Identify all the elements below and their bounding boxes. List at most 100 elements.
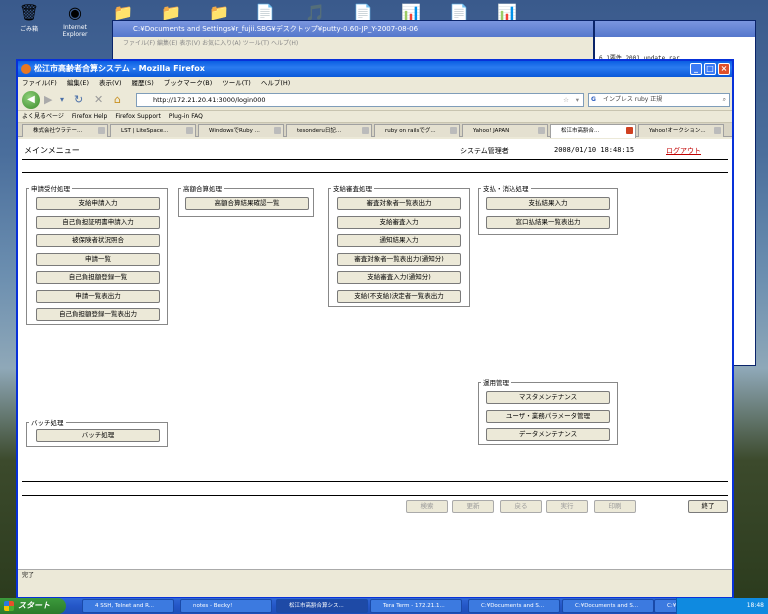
footer-button[interactable]: 戻る (500, 500, 542, 513)
reload-icon[interactable]: ↻ (74, 92, 83, 108)
tab-close-icon[interactable] (362, 127, 369, 134)
back-button[interactable]: ◀ (22, 91, 40, 109)
bookmark-item[interactable]: Firefox Help (72, 113, 107, 120)
menu-button[interactable]: 自己負担証明書申請入力 (36, 215, 160, 229)
menu-button[interactable]: 自己負担額登録一覧表出力 (36, 308, 160, 321)
explorer-window[interactable]: C:¥Documents and Settings¥r_fujii.SBG¥デス… (112, 20, 594, 60)
minimize-button[interactable]: _ (690, 63, 702, 75)
forward-button[interactable]: ▶ (44, 92, 52, 108)
url-dropdown-icon[interactable]: ▾ (576, 94, 579, 106)
menu-button[interactable]: 高額合算結果確認一覧 (185, 197, 309, 210)
menu-item[interactable]: ファイル(F) (22, 79, 57, 87)
menu-item[interactable]: ブックマーク(B) (164, 79, 213, 87)
browser-tab[interactable]: tesonderu日記... (286, 124, 372, 137)
bookmark-item[interactable]: Plug-in FAQ (169, 113, 203, 120)
menu-button[interactable]: 支給審査入力 (337, 215, 461, 229)
menu-button[interactable]: 申請一覧 (36, 252, 160, 266)
home-icon[interactable]: ⌂ (114, 92, 121, 108)
group-legend: 運用管理 (483, 379, 509, 387)
url-bar[interactable]: http://172.21.20.41:3000/login000 ☆ ▾ (136, 93, 584, 107)
taskbar-item[interactable]: notes - Becky! (180, 599, 272, 613)
clock[interactable]: 18:48 (747, 602, 764, 609)
tab-close-icon[interactable] (714, 127, 721, 134)
tab-label: 株式会社ウラテー... (33, 128, 83, 134)
menu-button[interactable]: ユーザ・業務パラメータ管理 (486, 409, 610, 423)
maximize-button[interactable]: □ (704, 63, 716, 75)
browser-tab[interactable]: 株式会社ウラテー... (22, 124, 108, 137)
logout-link[interactable]: ログアウト (666, 146, 701, 156)
end-button[interactable]: 終了 (688, 500, 728, 513)
menu-group-batch: バッチ処理 バッチ処理 (26, 417, 168, 447)
explorer-menu: ファイル(F) 編集(E) 表示(V) お気に入り(A) ツール(T) ヘルプ(… (123, 40, 299, 47)
search-engine-icon[interactable]: G (591, 94, 596, 106)
group-legend: 支払・消込処理 (483, 185, 529, 193)
menu-button[interactable]: 申請一覧表出力 (36, 289, 160, 303)
menu-item[interactable]: 編集(E) (67, 79, 89, 87)
bookmark-star-icon[interactable]: ☆ (563, 94, 569, 106)
desktop-icon-label: Internet Explorer (62, 24, 88, 38)
header-divider (22, 172, 728, 173)
footer-button[interactable]: 検索 (406, 500, 448, 513)
menu-button[interactable]: 自己負担額登録一覧 (36, 271, 160, 284)
taskbar-item[interactable]: C:¥Documents and S... (562, 599, 654, 613)
taskbar-item[interactable]: Tera Term - 172.21.1... (370, 599, 462, 613)
user-name: システム管理者 (460, 147, 509, 155)
start-button[interactable]: スタート (0, 598, 66, 614)
menu-button[interactable]: マスタメンテナンス (486, 391, 610, 404)
browser-tab[interactable]: Yahoo!オークション... (638, 124, 724, 137)
menu-bar: ファイル(F) 編集(E) 表示(V) 履歴(S) ブックマーク(B) ツール(T) ヘルプ… (18, 77, 732, 89)
menu-item[interactable]: 表示(V) (99, 79, 122, 87)
menu-button[interactable]: データメンテナンス (486, 428, 610, 441)
tab-close-icon[interactable] (274, 127, 281, 134)
taskbar-item[interactable]: C:¥Documents and S... (468, 599, 560, 613)
footer-button[interactable]: 実行 (546, 500, 588, 513)
menu-item[interactable]: 履歴(S) (132, 79, 154, 87)
desktop-icon-label: ごみ箱 (19, 26, 38, 33)
bookmark-item[interactable]: Firefox Support (115, 113, 160, 120)
recycle-bin-icon[interactable]: 🗑 (16, 2, 42, 24)
menu-button[interactable]: 支給(不支給)決定者一覧表出力 (337, 289, 461, 303)
taskbar-item[interactable]: 4 SSH, Telnet and R... (82, 599, 174, 613)
status-text: 完了 (22, 572, 35, 579)
browser-tab[interactable]: ruby on railsでグ... (374, 124, 460, 137)
history-dropdown-icon[interactable]: ▾ (60, 92, 64, 108)
menu-button[interactable]: 支給申請入力 (36, 197, 160, 210)
menu-group-kougaku: 高額合算処理 高額合算結果確認一覧 (178, 183, 314, 217)
ie-icon[interactable]: ◉ (62, 2, 88, 24)
menu-button[interactable]: 審査対象者一覧表出力 (337, 197, 461, 210)
browser-tab[interactable]: LST | LiteSpace... (110, 124, 196, 137)
browser-tab[interactable]: WindowsでRuby ... (198, 124, 284, 137)
browser-tab[interactable]: 松江市高齢合... (550, 124, 636, 138)
menu-group-shikyuu: 支給審査処理 審査対象者一覧表出力 支給審査入力 通知結果入力 審査対象者一覧表出力(通… (328, 183, 470, 307)
tab-close-icon[interactable] (626, 127, 633, 134)
stop-icon[interactable]: ✕ (94, 92, 103, 108)
tab-close-icon[interactable] (186, 127, 193, 134)
menu-button[interactable]: 審査対象者一覧表出力(通知分) (337, 252, 461, 266)
menu-button[interactable]: 支給審査入力(通知分) (337, 271, 461, 284)
tab-close-icon[interactable] (538, 127, 545, 134)
tab-close-icon[interactable] (450, 127, 457, 134)
menu-button[interactable]: 被保険者状況照合 (36, 234, 160, 247)
tab-close-icon[interactable] (98, 127, 105, 134)
start-label: スタート (18, 601, 50, 610)
bookmark-item[interactable]: よく見るページ (22, 113, 64, 120)
search-bar[interactable]: G インプレス ruby 正規 ⌕ (588, 93, 730, 107)
menu-item[interactable]: ヘルプ(H) (261, 79, 290, 87)
menu-item[interactable]: ツール(T) (222, 79, 251, 87)
menu-group-shiharai: 支払・消込処理支払結果入力 窓口払結果一覧表出力 (478, 183, 618, 235)
window-title-bar[interactable]: 松江市高齢者合算システム - Mozilla Firefox _ □ × (18, 61, 732, 77)
explorer-title[interactable]: C:¥Documents and Settings¥r_fujii.SBG¥デス… (113, 21, 593, 37)
menu-button[interactable]: バッチ処理 (36, 429, 160, 442)
windows-logo-icon (4, 601, 14, 611)
search-icon[interactable]: ⌕ (723, 94, 726, 106)
browser-tab[interactable]: Yahoo! JAPAN (462, 124, 548, 137)
close-button[interactable]: × (718, 63, 730, 75)
menu-button[interactable]: 支払結果入力 (486, 197, 610, 210)
footer-button[interactable]: 更新 (452, 500, 494, 513)
menu-button[interactable]: 通知結果入力 (337, 234, 461, 247)
firefox-window: 松江市高齢者合算システム - Mozilla Firefox _ □ × ファイ… (16, 59, 734, 599)
background-window-title[interactable] (595, 21, 755, 37)
footer-button[interactable]: 印刷 (594, 500, 636, 513)
taskbar-item[interactable]: 松江市高齢合算シス... (276, 599, 368, 613)
menu-button[interactable]: 窓口払結果一覧表出力 (486, 215, 610, 229)
